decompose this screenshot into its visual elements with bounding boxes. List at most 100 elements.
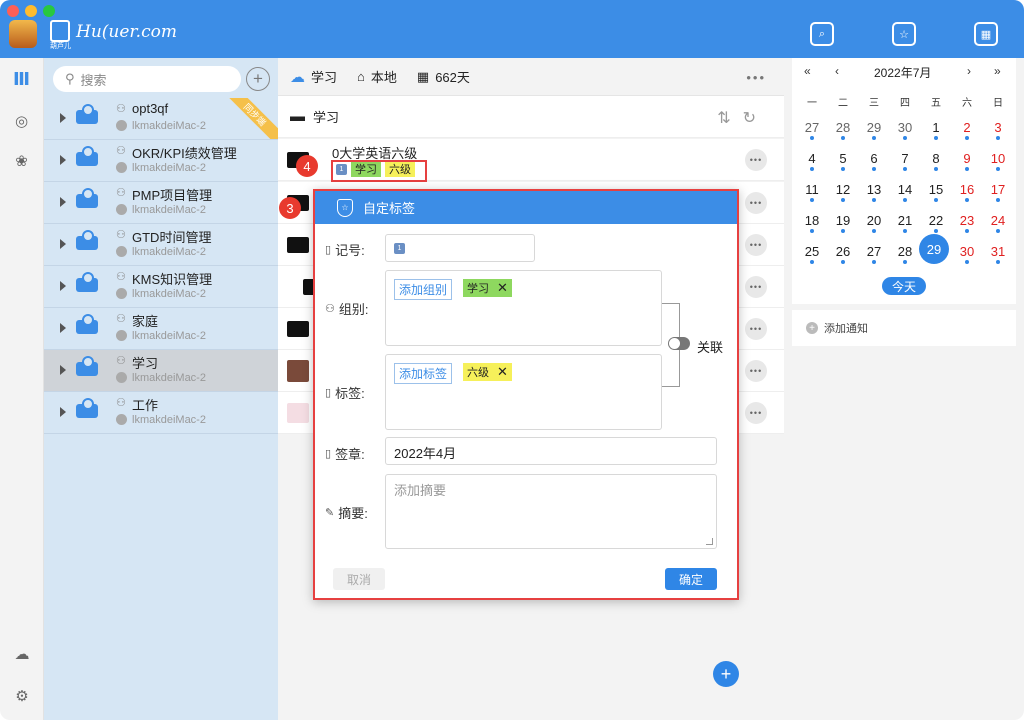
calendar-day[interactable]: 24 — [985, 213, 1011, 233]
calendar-day[interactable]: 20 — [861, 213, 887, 233]
row-more-button[interactable]: ••• — [745, 234, 767, 256]
calendar-day[interactable]: 26 — [830, 244, 856, 264]
calendar-day[interactable]: 16 — [954, 182, 980, 202]
calendar-day[interactable]: 30 — [954, 244, 980, 264]
add-document-button[interactable]: + — [713, 661, 739, 687]
calendar-icon[interactable]: ▦ — [974, 22, 998, 46]
calendar-day[interactable]: 10 — [985, 151, 1011, 171]
sidebar-item-kms[interactable]: ⚇ KMS知识管理 lkmakdeiMac-2 — [44, 266, 278, 308]
modules-icon[interactable]: ❀ — [11, 150, 33, 172]
calendar-day[interactable]: 18 — [799, 213, 825, 233]
calendar-day[interactable]: 6 — [861, 151, 887, 171]
cancel-button[interactable]: 取消 — [333, 568, 385, 590]
calendar-day[interactable]: 4 — [799, 151, 825, 171]
calendar-day[interactable]: 9 — [954, 151, 980, 171]
home-tab-icon[interactable]: Ⅲ — [11, 68, 33, 90]
remove-group-icon[interactable]: ✕ — [497, 280, 508, 296]
calendar-day[interactable]: 3 — [985, 120, 1011, 140]
row-more-button[interactable]: ••• — [745, 402, 767, 424]
sidebar-item-opt3qf[interactable]: ⚇ opt3qf lkmakdeiMac-2 同步端 — [44, 98, 278, 140]
expand-arrow-icon[interactable] — [60, 113, 66, 123]
calendar-day[interactable]: 13 — [861, 182, 887, 202]
summary-placeholder: 添加摘要 — [394, 483, 447, 498]
calendar-day[interactable]: 31 — [985, 244, 1011, 264]
sidebar-item-family[interactable]: ⚇ 家庭 lkmakdeiMac-2 — [44, 308, 278, 350]
calendar-day[interactable]: 29 — [861, 120, 887, 140]
calendar-day[interactable]: 21 — [892, 213, 918, 233]
prev-year-button[interactable]: « — [804, 64, 811, 78]
calendar-day[interactable]: 8 — [923, 151, 949, 171]
calendar-day[interactable]: 1 — [923, 120, 949, 140]
today-button[interactable]: 今天 — [882, 277, 926, 295]
expand-arrow-icon[interactable] — [60, 407, 66, 417]
group-icon: ⚇ — [325, 303, 335, 315]
confirm-button[interactable]: 确定 — [665, 568, 717, 590]
calendar-day[interactable]: 27 — [799, 120, 825, 140]
add-tag-button[interactable]: 添加标签 — [394, 363, 453, 384]
next-month-button[interactable]: › — [967, 64, 971, 78]
expand-arrow-icon[interactable] — [60, 197, 66, 207]
breadcrumb-path[interactable]: 学习 — [313, 107, 339, 126]
seal-field[interactable]: 2022年4月 — [385, 437, 717, 465]
sidebar-item-work[interactable]: ⚇ 工作 lkmakdeiMac-2 — [44, 392, 278, 434]
event-dot — [996, 136, 1000, 140]
calendar-day[interactable]: 11 — [799, 182, 825, 202]
calendar-day-number: 27 — [804, 120, 820, 135]
star-shield-icon[interactable]: ☆ — [892, 22, 916, 46]
search-doc-icon[interactable]: ⌕ — [810, 22, 834, 46]
group-field[interactable]: 添加组别 学习 ✕ — [385, 270, 662, 346]
calendar-day[interactable]: 28 — [892, 244, 918, 264]
add-database-button[interactable]: + — [246, 67, 270, 91]
sidebar-item-pmp[interactable]: ⚇ PMP项目管理 lkmakdeiMac-2 — [44, 182, 278, 224]
row-more-button[interactable]: ••• — [745, 192, 767, 214]
remove-tag-icon[interactable]: ✕ — [497, 364, 508, 380]
calendar-day[interactable]: 14 — [892, 182, 918, 202]
summary-textarea[interactable]: 添加摘要 — [385, 474, 717, 549]
add-group-button[interactable]: 添加组别 — [394, 279, 453, 300]
next-year-button[interactable]: » — [994, 64, 1001, 78]
minimize-window-button[interactable] — [25, 5, 37, 17]
calendar-day[interactable]: 22 — [923, 213, 949, 233]
calendar-day[interactable]: 25 — [799, 244, 825, 264]
tag-field[interactable]: 添加标签 六级 ✕ — [385, 354, 662, 430]
calendar-day[interactable]: 27 — [861, 244, 887, 264]
sidebar-item-study[interactable]: ⚇ 学习 lkmakdeiMac-2 — [44, 350, 278, 392]
sync-refresh-icons[interactable]: ⇅↻ — [717, 108, 768, 128]
resize-handle[interactable] — [706, 538, 713, 545]
sidebar-item-gtd[interactable]: ⚇ GTD时间管理 lkmakdeiMac-2 — [44, 224, 278, 266]
sidebar-item-okr[interactable]: ⚇ OKR/KPI绩效管理 lkmakdeiMac-2 — [44, 140, 278, 182]
header-location[interactable]: 本地 — [371, 67, 397, 86]
row-more-button[interactable]: ••• — [745, 318, 767, 340]
record-field[interactable]: 1 — [385, 234, 535, 262]
cloud-upload-icon[interactable]: ☁ — [11, 643, 33, 665]
add-notice-button[interactable]: + 添加通知 — [792, 310, 1016, 346]
calendar-day[interactable]: 12 — [830, 182, 856, 202]
expand-arrow-icon[interactable] — [60, 239, 66, 249]
search-input[interactable]: ⚲ 搜索 — [53, 66, 241, 92]
row-more-button[interactable]: ••• — [745, 149, 767, 171]
calendar-day[interactable]: 2 — [954, 120, 980, 140]
calendar-day[interactable]: 17 — [985, 182, 1011, 202]
calendar-day[interactable]: 15 — [923, 182, 949, 202]
brain-icon[interactable]: ◎ — [11, 110, 33, 132]
link-toggle[interactable] — [668, 337, 690, 350]
calendar-day[interactable]: 19 — [830, 213, 856, 233]
close-window-button[interactable] — [7, 5, 19, 17]
calendar-day[interactable]: 28 — [830, 120, 856, 140]
expand-arrow-icon[interactable] — [60, 281, 66, 291]
header-more-menu[interactable]: ••• — [746, 70, 766, 85]
calendar-day[interactable]: 23 — [954, 213, 980, 233]
today-marker[interactable]: 29 — [919, 234, 949, 264]
zoom-window-button[interactable] — [43, 5, 55, 17]
expand-arrow-icon[interactable] — [60, 323, 66, 333]
prev-month-button[interactable]: ‹ — [835, 64, 839, 78]
row-more-button[interactable]: ••• — [745, 276, 767, 298]
expand-arrow-icon[interactable] — [60, 365, 66, 375]
settings-gear-icon[interactable]: ⚙ — [11, 685, 33, 707]
tag-highlight-box — [331, 160, 427, 182]
calendar-day[interactable]: 30 — [892, 120, 918, 140]
row-more-button[interactable]: ••• — [745, 360, 767, 382]
expand-arrow-icon[interactable] — [60, 155, 66, 165]
calendar-day[interactable]: 5 — [830, 151, 856, 171]
calendar-day[interactable]: 7 — [892, 151, 918, 171]
